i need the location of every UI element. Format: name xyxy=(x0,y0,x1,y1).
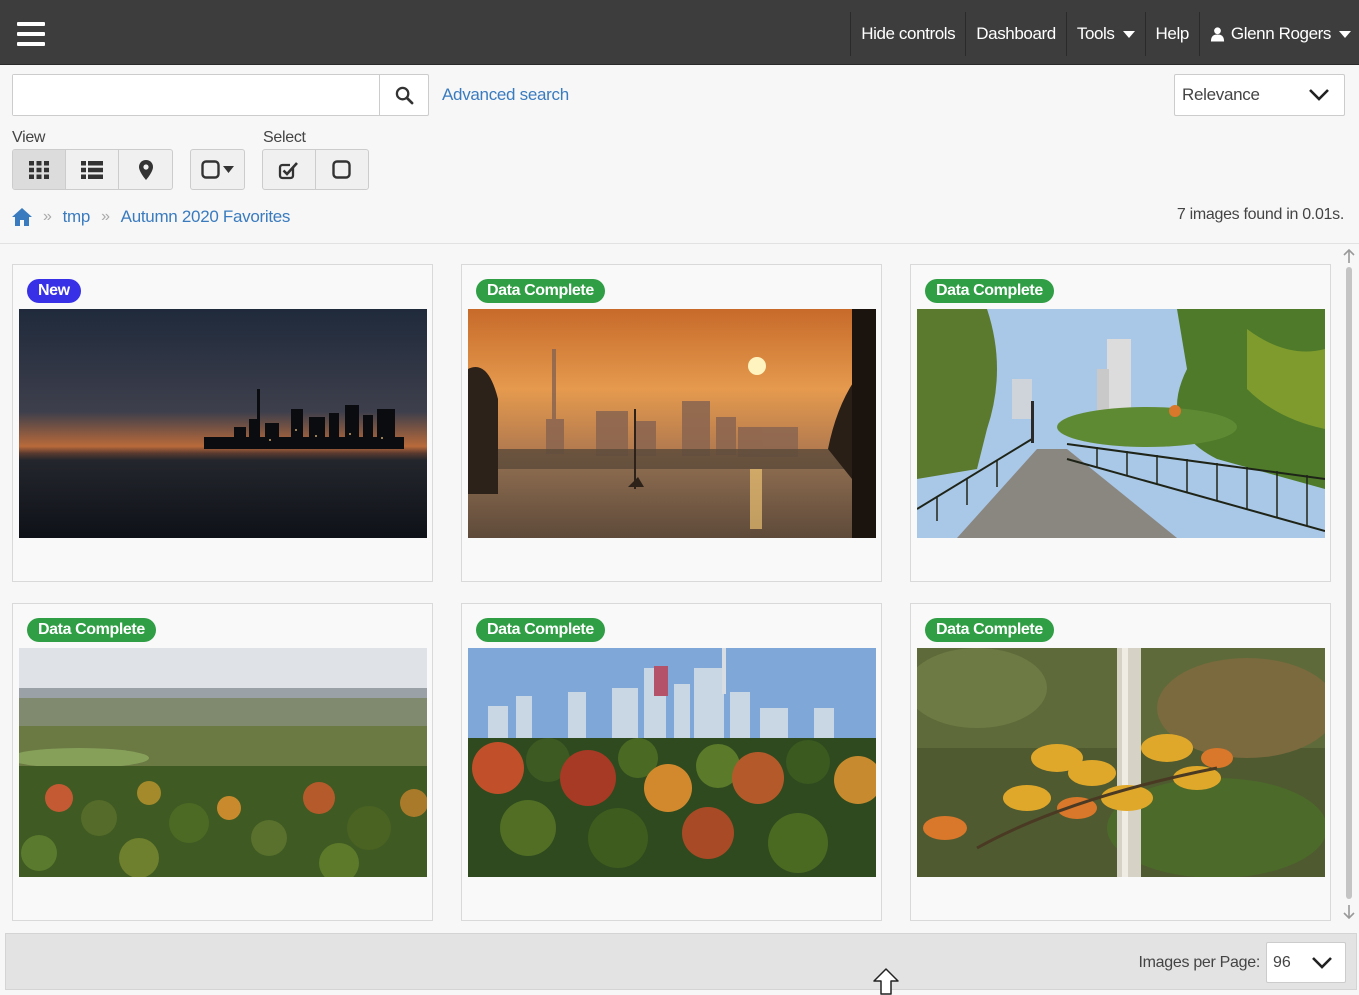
select-all-button[interactable] xyxy=(263,150,316,189)
scrollbar-thumb[interactable] xyxy=(1346,267,1352,899)
status-badge: Data Complete xyxy=(925,618,1054,642)
caret-down-icon xyxy=(223,166,234,173)
sort-select[interactable]: Relevance xyxy=(1174,74,1345,116)
list-view-button[interactable] xyxy=(66,150,119,189)
map-view-button[interactable] xyxy=(119,150,172,189)
image-thumbnail[interactable] xyxy=(917,648,1325,877)
view-mode-group xyxy=(12,149,173,190)
image-card[interactable]: New xyxy=(12,264,433,582)
results-summary: 7 images found in 0.01s. xyxy=(1176,206,1344,223)
map-marker-icon xyxy=(138,159,153,180)
image-thumbnail[interactable] xyxy=(917,309,1325,538)
checkbox-icon xyxy=(332,160,351,179)
chevron-down-icon xyxy=(1309,89,1329,101)
select-label: Select xyxy=(263,129,306,146)
image-card[interactable]: Data Complete xyxy=(461,603,882,921)
search-input[interactable] xyxy=(13,75,380,115)
status-badge: Data Complete xyxy=(27,618,156,642)
scroll-down-icon[interactable] xyxy=(1343,905,1355,919)
user-menu[interactable]: Glenn Rogers xyxy=(1198,12,1359,56)
chevron-down-icon xyxy=(1312,957,1332,969)
breadcrumb-item[interactable]: Autumn 2020 Favorites xyxy=(121,207,291,227)
images-per-page-select[interactable]: 96 xyxy=(1266,942,1346,983)
sort-selected-value: Relevance xyxy=(1182,85,1260,104)
grid-view-button[interactable] xyxy=(13,150,66,189)
caret-down-icon xyxy=(1339,30,1351,38)
breadcrumb-item[interactable]: tmp xyxy=(63,207,91,227)
search-button[interactable] xyxy=(379,75,428,115)
grid-icon xyxy=(29,160,49,179)
caret-down-icon xyxy=(1122,30,1135,38)
divider xyxy=(0,243,1359,244)
user-icon xyxy=(1210,27,1224,42)
breadcrumb-separator-icon: » xyxy=(101,208,110,225)
image-thumbnail[interactable] xyxy=(468,309,876,538)
search-icon xyxy=(395,86,413,104)
breadcrumb: » tmp » Autumn 2020 Favorites xyxy=(12,206,290,228)
checkbox-dropdown[interactable] xyxy=(190,149,245,190)
select-group xyxy=(262,149,369,190)
scrollbar[interactable] xyxy=(1342,247,1356,923)
search-box xyxy=(12,74,429,116)
advanced-search-link[interactable]: Advanced search xyxy=(442,85,569,105)
tools-menu[interactable]: Tools xyxy=(1065,12,1145,56)
select-none-button[interactable] xyxy=(316,150,369,189)
status-badge: Data Complete xyxy=(476,279,605,303)
status-badge: New xyxy=(27,279,81,303)
top-nav: Hide controls Dashboard Tools Help Glenn… xyxy=(850,12,1359,56)
mouse-cursor-icon xyxy=(873,968,899,995)
list-icon xyxy=(81,160,103,179)
footer-bar: Images per Page: 96 xyxy=(5,933,1357,990)
image-card[interactable]: Data Complete xyxy=(910,603,1331,921)
images-per-page-label: Images per Page: xyxy=(1138,954,1261,971)
image-thumbnail[interactable] xyxy=(468,648,876,877)
status-badge: Data Complete xyxy=(476,618,605,642)
scroll-up-icon[interactable] xyxy=(1343,249,1355,263)
view-label: View xyxy=(12,129,46,146)
top-navbar: Hide controls Dashboard Tools Help Glenn… xyxy=(0,0,1359,65)
checkbox-dropdown-button[interactable] xyxy=(191,150,244,189)
hamburger-menu-icon[interactable] xyxy=(17,22,45,48)
image-card[interactable]: Data Complete xyxy=(12,603,433,921)
help-link[interactable]: Help xyxy=(1144,12,1199,56)
image-card[interactable]: Data Complete xyxy=(910,264,1331,582)
dashboard-link[interactable]: Dashboard xyxy=(965,12,1066,56)
image-thumbnail[interactable] xyxy=(19,648,427,877)
image-card[interactable]: Data Complete xyxy=(461,264,882,582)
images-per-page-value: 96 xyxy=(1273,954,1291,971)
image-thumbnail[interactable] xyxy=(19,309,427,538)
checked-box-icon xyxy=(279,161,299,179)
breadcrumb-separator-icon: » xyxy=(43,208,52,225)
status-badge: Data Complete xyxy=(925,279,1054,303)
hide-controls-button[interactable]: Hide controls xyxy=(850,12,965,56)
checkbox-icon xyxy=(201,160,220,179)
home-icon[interactable] xyxy=(12,208,32,226)
